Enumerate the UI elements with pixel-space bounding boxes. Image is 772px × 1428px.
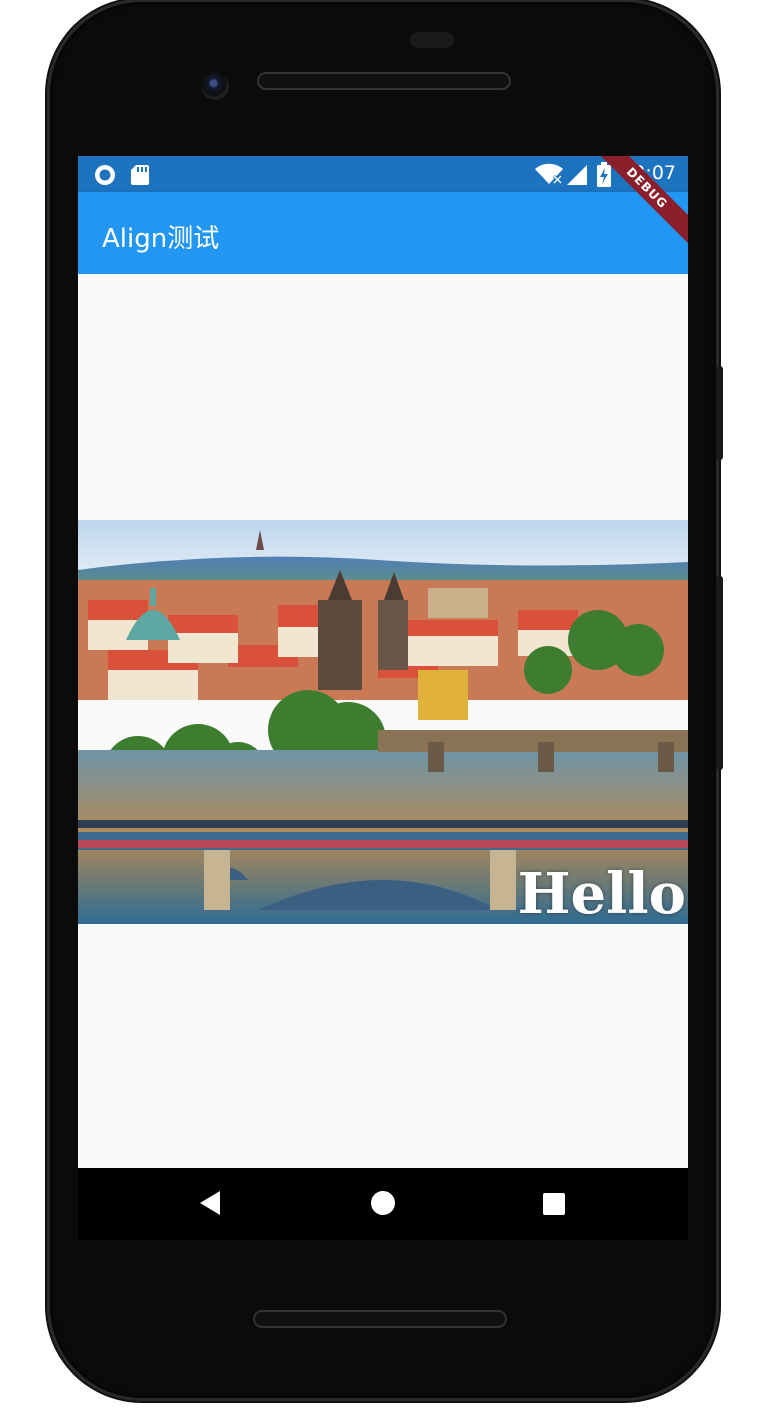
proximity-sensor — [410, 32, 454, 48]
battery-charging-icon — [596, 162, 612, 192]
front-camera — [201, 72, 229, 100]
page-title: Align测试 — [102, 224, 220, 254]
navigation-bar — [78, 1168, 688, 1240]
back-icon[interactable] — [198, 1190, 222, 1220]
wifi-icon — [534, 163, 564, 189]
status-bar: 12:07 — [78, 156, 688, 192]
record-icon — [94, 164, 116, 190]
power-button[interactable] — [716, 366, 723, 460]
city-river-bridge-photo: Hello — [78, 520, 688, 924]
home-icon[interactable] — [370, 1190, 396, 1220]
top-speaker-grille — [257, 72, 511, 90]
volume-button[interactable] — [716, 576, 723, 770]
app-bar: Align测试 — [78, 192, 688, 274]
bottom-speaker-grille — [253, 1310, 507, 1328]
sd-card-icon — [130, 164, 150, 190]
phone-screen: 12:07 Align测试 DEBUG Hello — [78, 156, 688, 1168]
recents-icon[interactable] — [542, 1192, 566, 1220]
signal-icon — [566, 164, 588, 190]
hello-overlay-text: Hello — [517, 861, 686, 924]
content-area: Hello — [78, 274, 688, 1168]
